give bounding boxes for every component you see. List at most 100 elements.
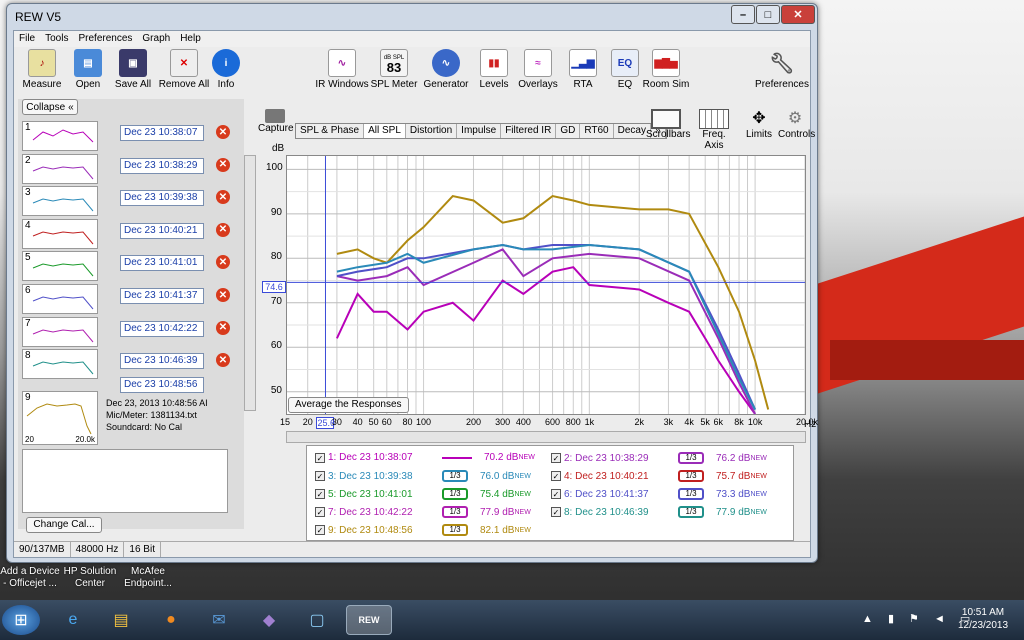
- third-octave-icon[interactable]: 1/3: [678, 506, 704, 518]
- measurement-thumb-9[interactable]: 9 20 20.0k: [22, 391, 98, 445]
- measurement-thumb[interactable]: 5: [22, 251, 98, 282]
- legend-checkbox[interactable]: ✓: [315, 525, 325, 535]
- remove-measurement-icon[interactable]: ✕: [216, 255, 230, 270]
- scrollbars-button[interactable]: Scrollbars: [646, 109, 690, 140]
- remove-measurement-icon[interactable]: ✕: [216, 320, 230, 335]
- legend-checkbox[interactable]: ✓: [315, 507, 325, 517]
- desktop-icon-add-device[interactable]: Add a Device - Officejet ...: [0, 566, 60, 590]
- capture-button[interactable]: Capture: [258, 109, 294, 134]
- close-button[interactable]: ✕: [781, 5, 815, 24]
- third-octave-icon[interactable]: 1/3: [678, 452, 704, 464]
- explorer-icon[interactable]: ▤: [102, 605, 140, 635]
- legend-checkbox[interactable]: ✓: [315, 452, 325, 463]
- third-octave-icon[interactable]: 1/3: [678, 470, 704, 482]
- firefox-icon[interactable]: ●: [152, 605, 190, 635]
- measurement-date[interactable]: Dec 23 10:41:37: [120, 288, 204, 304]
- legend-item[interactable]: ✓ 7: Dec 23 10:42:22 1/3 77.9 dB NEW: [315, 506, 531, 518]
- legend-checkbox[interactable]: ✓: [551, 489, 561, 499]
- legend-item[interactable]: ✓ 1: Dec 23 10:38:07 70.2 dB NEW: [315, 452, 535, 463]
- remove-measurement-icon[interactable]: ✕: [216, 125, 230, 139]
- limits-button[interactable]: ✥ Limits: [742, 109, 776, 140]
- legend-checkbox[interactable]: ✓: [315, 471, 325, 481]
- measurement-thumb[interactable]: 6: [22, 284, 98, 314]
- legend-value: 76.0 dB: [480, 470, 515, 482]
- legend-item[interactable]: ✓ 8: Dec 23 10:46:39 1/3 77.9 dB NEW: [551, 506, 767, 518]
- legend-item[interactable]: ✓ 6: Dec 23 10:41:37 1/3 73.3 dB NEW: [551, 488, 767, 500]
- save-all-button[interactable]: ▣ Save All: [105, 49, 161, 90]
- tab-gd[interactable]: GD: [556, 124, 581, 138]
- tab-all-spl[interactable]: All SPL: [364, 124, 406, 138]
- third-octave-icon[interactable]: 1/3: [442, 488, 468, 500]
- measurement-date[interactable]: Dec 23 10:41:01: [120, 255, 204, 272]
- thunderbird-icon[interactable]: ✉: [200, 605, 238, 635]
- measurement-thumb[interactable]: 4: [22, 218, 98, 249]
- pidgin-icon[interactable]: ◆: [250, 605, 288, 635]
- measurement-thumb[interactable]: 2: [22, 153, 98, 184]
- x-scrollbar[interactable]: [286, 431, 806, 443]
- menu-help[interactable]: Help: [175, 31, 206, 47]
- change-cal-button[interactable]: Change Cal...: [26, 517, 102, 533]
- remove-measurement-icon[interactable]: ✕: [216, 222, 230, 237]
- legend-checkbox[interactable]: ✓: [315, 489, 325, 499]
- legend-checkbox[interactable]: ✓: [551, 507, 561, 517]
- start-button[interactable]: ⊞: [2, 605, 40, 635]
- legend-label: 7: Dec 23 10:42:22: [328, 506, 413, 518]
- legend-item[interactable]: ✓ 2: Dec 23 10:38:29 1/3 76.2 dB NEW: [551, 452, 767, 464]
- measurement-date[interactable]: Dec 23 10:40:21: [120, 222, 204, 239]
- preferences-button[interactable]: 🔧︎ Preferences: [754, 49, 810, 91]
- third-octave-icon[interactable]: 1/3: [678, 488, 704, 500]
- third-octave-icon[interactable]: 1/3: [442, 524, 468, 536]
- measurement-date[interactable]: Dec 23 10:46:39: [120, 353, 204, 370]
- measurement-date[interactable]: Dec 23 10:39:38: [120, 190, 204, 207]
- tab-impulse[interactable]: Impulse: [457, 124, 502, 138]
- controls-button[interactable]: ⚙ Controls: [778, 109, 815, 140]
- info-button[interactable]: i Info: [198, 49, 254, 90]
- collapse-button[interactable]: Collapse «: [22, 99, 78, 115]
- measurement-date[interactable]: Dec 23 10:38:29: [120, 157, 204, 174]
- spl-meter-button[interactable]: dB SPL 83 SPL Meter: [366, 49, 422, 90]
- third-octave-icon[interactable]: 1/3: [442, 470, 468, 482]
- desktop-icon-mcafee[interactable]: McAfee Endpoint...: [120, 566, 176, 590]
- menu-graph[interactable]: Graph: [137, 31, 175, 47]
- app-icon[interactable]: ▢: [298, 605, 336, 635]
- menu-preferences[interactable]: Preferences: [73, 31, 137, 47]
- tab-spl-phase[interactable]: SPL & Phase: [296, 124, 365, 138]
- legend-line: [442, 456, 472, 459]
- clock[interactable]: 10:51 AM 12/23/2013: [958, 606, 1008, 632]
- measurement-thumb[interactable]: 8: [22, 349, 98, 380]
- rew-taskbar-icon[interactable]: REW: [346, 605, 392, 635]
- tab-distortion[interactable]: Distortion: [406, 124, 458, 138]
- menu-tools[interactable]: Tools: [40, 31, 73, 47]
- legend-item[interactable]: ✓ 5: Dec 23 10:41:01 1/3 75.4 dB NEW: [315, 488, 531, 500]
- remove-measurement-icon[interactable]: ✕: [216, 353, 230, 368]
- third-octave-icon[interactable]: 1/3: [442, 506, 468, 518]
- menu-file[interactable]: File: [14, 31, 40, 47]
- minimize-button[interactable]: –: [731, 5, 755, 24]
- spl-graph[interactable]: [286, 155, 806, 415]
- measurement-date[interactable]: Dec 23 10:38:07: [120, 125, 204, 141]
- desktop-icon-hp-solution[interactable]: HP Solution Center: [62, 566, 118, 590]
- tab-rt60[interactable]: RT60: [580, 124, 614, 138]
- measurement-thumb[interactable]: 3: [22, 186, 98, 217]
- freq-axis-button[interactable]: Freq. Axis: [692, 109, 736, 151]
- room-sim-button[interactable]: ▆▇▅ Room Sim: [638, 49, 694, 90]
- measurement-date[interactable]: Dec 23 10:42:22: [120, 320, 204, 337]
- average-responses-button[interactable]: Average the Responses: [288, 397, 409, 413]
- remove-measurement-icon[interactable]: ✕: [216, 157, 230, 172]
- measurement-thumb[interactable]: 7: [22, 316, 98, 347]
- tab-filtered-ir[interactable]: Filtered IR: [501, 124, 557, 138]
- ir-windows-button[interactable]: ∿ IR Windows: [314, 49, 370, 90]
- legend-checkbox[interactable]: ✓: [551, 453, 561, 463]
- ie-icon[interactable]: e: [54, 605, 92, 635]
- notes-area[interactable]: [22, 449, 228, 513]
- legend-checkbox[interactable]: ✓: [551, 471, 561, 481]
- legend-item[interactable]: ✓ 3: Dec 23 10:39:38 1/3 76.0 dB NEW: [315, 470, 531, 482]
- x-unit: Hz: [804, 419, 817, 430]
- remove-measurement-icon[interactable]: ✕: [216, 288, 230, 302]
- measurement-scrollbar[interactable]: [244, 155, 256, 411]
- legend-item[interactable]: ✓ 4: Dec 23 10:40:21 1/3 75.7 dB NEW: [551, 470, 767, 482]
- maximize-button[interactable]: □: [756, 5, 780, 24]
- remove-measurement-icon[interactable]: ✕: [216, 190, 230, 205]
- measurement-thumb[interactable]: 1: [22, 121, 98, 151]
- legend-item[interactable]: ✓ 9: Dec 23 10:48:56 1/3 82.1 dB NEW: [315, 524, 531, 536]
